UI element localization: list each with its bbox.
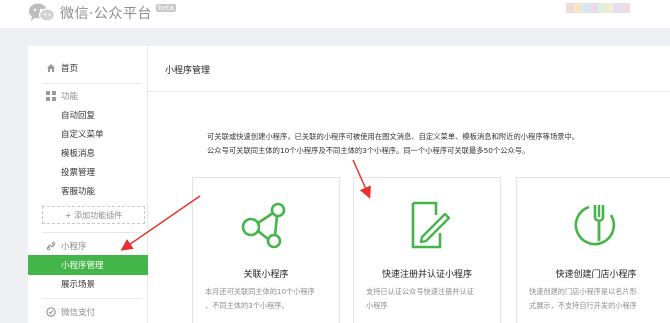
divider — [42, 83, 142, 84]
card-description-line: 快速创建的门店小程序是以名片形 — [529, 287, 637, 296]
platform-title: 微信·公众平台 — [60, 6, 152, 22]
sidebar-item-miniprogram-manage[interactable]: 小程序管理 — [28, 255, 148, 275]
sidebar-item-custom-menu[interactable]: 自定义菜单 — [28, 124, 148, 144]
link-graph-icon — [237, 195, 295, 253]
document-pen-icon — [398, 195, 456, 253]
card-title: 快速创建门店小程序 — [555, 270, 637, 280]
card-description: 快速创建的门店小程序是以名片形 式展示，不支持自行开发的小程序 — [529, 285, 667, 313]
sidebar-item-vote-manage[interactable]: 投票管理 — [28, 162, 148, 182]
card-description-line: 支持已认证公众号快速注册并认证 — [366, 287, 474, 296]
wallet-icon — [46, 307, 56, 317]
sidebar-item-label: 展示场景 — [61, 280, 96, 290]
card-description: 本月还可关联同主体的10个小程序 ，不同主体的3个小程序。 — [205, 285, 331, 313]
sidebar: 首页 功能 自动回复 自定义菜单 模板消息 投票管理 客服功能 + 添加功能插件… — [28, 46, 148, 323]
sidebar-group-features: 功能 — [28, 86, 148, 106]
card-description-line: ，不同主体的3个小程序。 — [205, 301, 289, 310]
sidebar-item-customer-service[interactable]: 客服功能 — [28, 181, 148, 201]
sidebar-item-label: 模板消息 — [61, 149, 96, 159]
description-line: 公众号可关联同主体的10个小程序及不同主体的3个小程序。同一个小程序可关联最多5… — [207, 146, 530, 155]
add-plugin-button[interactable]: + 添加功能插件 — [42, 206, 145, 224]
divider — [42, 298, 142, 299]
card-quick-register[interactable]: 快速注册并认证小程序 支持已认证公众号快速注册并认证 小程序 — [353, 177, 501, 323]
card-title: 快速注册并认证小程序 — [381, 270, 472, 280]
sidebar-item-wechat-pay[interactable]: 微信支付 — [28, 302, 148, 322]
wechat-logo[interactable]: 微信·公众平台 beta — [28, 2, 176, 24]
card-store-miniprogram[interactable]: 快速创建门店小程序 快速创建的门店小程序是以名片形 式展示，不支持自行开发的小程… — [516, 177, 670, 323]
wechat-bubbles-icon — [28, 2, 56, 24]
beta-badge: beta — [155, 4, 176, 12]
main-header: 小程序管理 — [148, 46, 670, 92]
card-description-line: 本月还可关联同主体的10个小程序 — [205, 287, 315, 296]
description-line: 可关联或快速创建小程序，已关联的小程序可被使用在图文消息、自定义菜单、模板消息和… — [207, 132, 580, 141]
sidebar-item-label: 自动回复 — [61, 111, 96, 121]
sidebar-item-label: 小程序管理 — [61, 261, 104, 271]
sidebar-item-auto-reply[interactable]: 自动回复 — [28, 105, 148, 125]
main-panel: 小程序管理 可关联或快速创建小程序，已关联的小程序可被使用在图文消息、自定义菜单… — [148, 46, 670, 323]
sidebar-item-label: 微信支付 — [61, 308, 96, 318]
divider — [42, 232, 142, 233]
home-icon — [46, 63, 56, 73]
sidebar-group-miniprogram: 小程序 — [28, 236, 148, 256]
grid-icon — [46, 91, 56, 101]
top-bar: 微信·公众平台 beta — [0, 0, 670, 28]
sidebar-group-label: 小程序 — [61, 242, 87, 252]
sidebar-group-label: 功能 — [61, 92, 79, 102]
blurred-user-area — [566, 3, 630, 13]
sidebar-item-label: 客服功能 — [61, 187, 96, 197]
card-description-line: 小程序 — [366, 301, 388, 310]
card-link-miniprogram[interactable]: 关联小程序 本月还可关联同主体的10个小程序 ，不同主体的3个小程序。 — [192, 177, 340, 323]
card-description: 支持已认证公众号快速注册并认证 小程序 — [366, 285, 492, 313]
miniprogram-icon — [46, 241, 56, 251]
sidebar-item-label: 投票管理 — [61, 168, 96, 178]
card-title: 关联小程序 — [243, 270, 289, 280]
sidebar-item-showcase[interactable]: 展示场景 — [28, 274, 148, 294]
sidebar-item-template-message[interactable]: 模板消息 — [28, 143, 148, 163]
card-description-line: 式展示，不支持自行开发的小程序 — [529, 301, 637, 310]
sidebar-item-home[interactable]: 首页 — [28, 58, 148, 78]
page-title: 小程序管理 — [165, 66, 211, 76]
store-fork-icon — [567, 195, 625, 253]
sidebar-item-label: 自定义菜单 — [61, 130, 104, 140]
sidebar-item-label: 首页 — [61, 64, 79, 74]
